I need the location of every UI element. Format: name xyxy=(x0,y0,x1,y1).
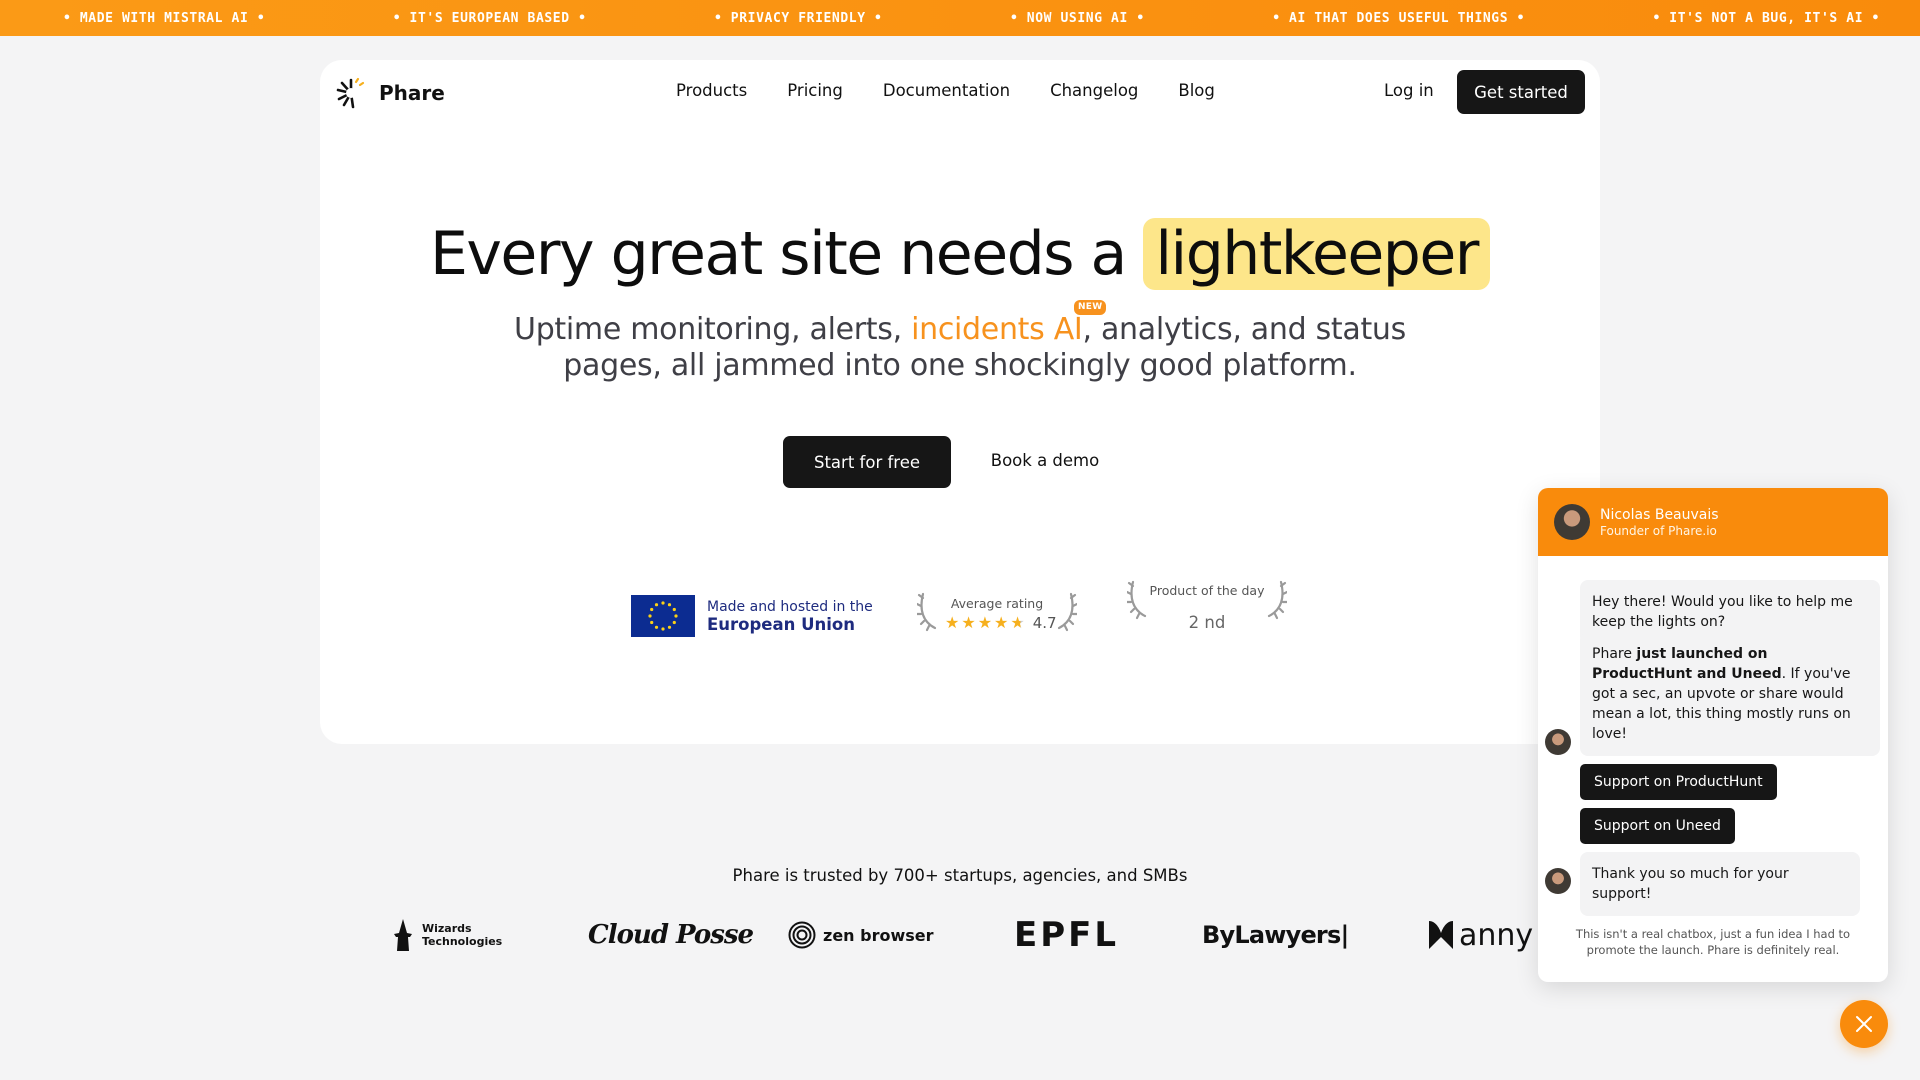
hero-title: Every great site needs a lightkeeper xyxy=(320,218,1600,290)
subtitle-part1: Uptime monitoring, alerts, xyxy=(514,312,902,347)
ticker-item: • IT'S EUROPEAN BASED • xyxy=(392,10,587,26)
chat-message: Phare just launched on ProductHunt and U… xyxy=(1580,632,1880,756)
wizards-line1: Wizards xyxy=(422,922,472,935)
nav-documentation[interactable]: Documentation xyxy=(883,81,1010,100)
announcement-ticker: • MADE WITH MISTRAL AI • • IT'S EUROPEAN… xyxy=(0,0,1920,36)
anny-logo-icon xyxy=(1429,921,1453,949)
new-badge: NEW xyxy=(1073,300,1107,315)
potd-rank: 2 nd xyxy=(1188,613,1226,632)
chat-widget: Nicolas Beauvais Founder of Phare.io Hey… xyxy=(1538,488,1888,982)
ticker-item: • NOW USING AI • xyxy=(1009,10,1145,26)
star-icon: ★ xyxy=(961,613,976,632)
support-producthunt-button[interactable]: Support on ProductHunt xyxy=(1580,764,1777,800)
client-logo-cloudposse: Cloud Posse xyxy=(588,920,754,950)
nav-links: Products Pricing Documentation Changelog… xyxy=(676,81,1215,100)
rating-label: Average rating xyxy=(950,596,1044,611)
anny-text: anny xyxy=(1459,917,1534,953)
star-icon: ★ xyxy=(994,613,1009,632)
start-for-free-button[interactable]: Start for free xyxy=(783,436,951,488)
brand-name: Phare xyxy=(379,81,445,105)
rating-row: ★ ★ ★ ★ ★ 4.7 xyxy=(945,614,1057,632)
incidents-ai-text: incidents AI xyxy=(911,312,1083,347)
zen-text: zen browser xyxy=(823,925,934,945)
support-uneed-button[interactable]: Support on Uneed xyxy=(1580,808,1735,844)
client-logo-anny: anny xyxy=(1427,910,1533,960)
avatar xyxy=(1545,729,1571,755)
client-logo-epfl: EPFL xyxy=(1014,915,1120,955)
eu-line2: European Union xyxy=(707,615,856,634)
eu-line1: Made and hosted in the xyxy=(707,599,873,615)
average-rating-badge: Average rating ★ ★ ★ ★ ★ 4.7 xyxy=(917,586,1077,642)
close-icon xyxy=(1856,1016,1872,1032)
nav-pricing[interactable]: Pricing xyxy=(787,81,843,100)
msg2-pre: Phare xyxy=(1592,646,1637,662)
book-demo-button[interactable]: Book a demo xyxy=(975,451,1115,470)
avatar xyxy=(1554,504,1590,540)
chat-author-name: Nicolas Beauvais xyxy=(1600,506,1719,523)
nav-blog[interactable]: Blog xyxy=(1178,81,1214,100)
client-logo-wizards: Wizards Technologies xyxy=(392,910,502,960)
chat-author-role: Founder of Phare.io xyxy=(1600,523,1717,538)
trusted-by-text: Phare is trusted by 700+ startups, agenc… xyxy=(732,866,1188,885)
hero-subtitle: Uptime monitoring, alerts, incidents AI N… xyxy=(320,300,1600,384)
login-link[interactable]: Log in xyxy=(1384,81,1434,100)
chat-message: Thank you so much for your support! xyxy=(1580,852,1860,916)
eu-flag-icon xyxy=(631,595,695,637)
trust-badges: Made and hosted in the European Union Av… xyxy=(320,580,1600,640)
nav-products[interactable]: Products xyxy=(676,81,747,100)
incidents-ai-link[interactable]: incidents AI NEW xyxy=(911,300,1107,347)
chat-disclaimer: This isn't a real chatbox, just a fun id… xyxy=(1575,927,1851,957)
get-started-button[interactable]: Get started xyxy=(1457,70,1585,114)
chat-close-button[interactable] xyxy=(1840,1000,1888,1048)
star-icon: ★ xyxy=(945,613,960,632)
ticker-item: • IT'S NOT A BUG, IT'S AI • xyxy=(1652,10,1880,26)
client-logos: Wizards Technologies Cloud Posse zen bro… xyxy=(320,910,1600,960)
rating-value: 4.7 xyxy=(1032,614,1057,632)
chat-header: Nicolas Beauvais Founder of Phare.io xyxy=(1538,488,1888,556)
hero-card: Phare Products Pricing Documentation Cha… xyxy=(320,60,1600,744)
subtitle-line2: pages, all jammed into one shockingly go… xyxy=(563,348,1357,383)
avatar xyxy=(1545,868,1571,894)
ticker-item: • MADE WITH MISTRAL AI • xyxy=(63,10,266,26)
hero-title-highlight: lightkeeper xyxy=(1143,218,1490,290)
ticker-item: • PRIVACY FRIENDLY • xyxy=(713,10,883,26)
top-nav: Phare Products Pricing Documentation Cha… xyxy=(320,60,1600,124)
subtitle-part2: , analytics, and status xyxy=(1082,312,1406,347)
zen-logo-icon xyxy=(788,921,816,949)
client-logo-bylawyers: ByLawyers| xyxy=(1202,921,1349,949)
wizards-line2: Technologies xyxy=(422,935,503,948)
nav-changelog[interactable]: Changelog xyxy=(1050,81,1138,100)
lighthouse-logo-icon xyxy=(336,77,365,109)
half-star-icon: ★ xyxy=(1010,613,1025,632)
ticker-item: • AI THAT DOES USEFUL THINGS • xyxy=(1272,10,1526,26)
star-icon: ★ xyxy=(977,613,993,632)
brand-logo[interactable]: Phare xyxy=(335,77,445,109)
client-logo-zen: zen browser xyxy=(788,910,934,960)
product-of-the-day-badge: Product of the day 2 nd xyxy=(1127,574,1287,634)
hero-title-main: Every great site needs a xyxy=(430,219,1127,289)
potd-label: Product of the day xyxy=(1149,583,1265,598)
eu-badge-text: Made and hosted in the European Union xyxy=(707,599,873,634)
wizard-hat-icon xyxy=(394,919,412,951)
